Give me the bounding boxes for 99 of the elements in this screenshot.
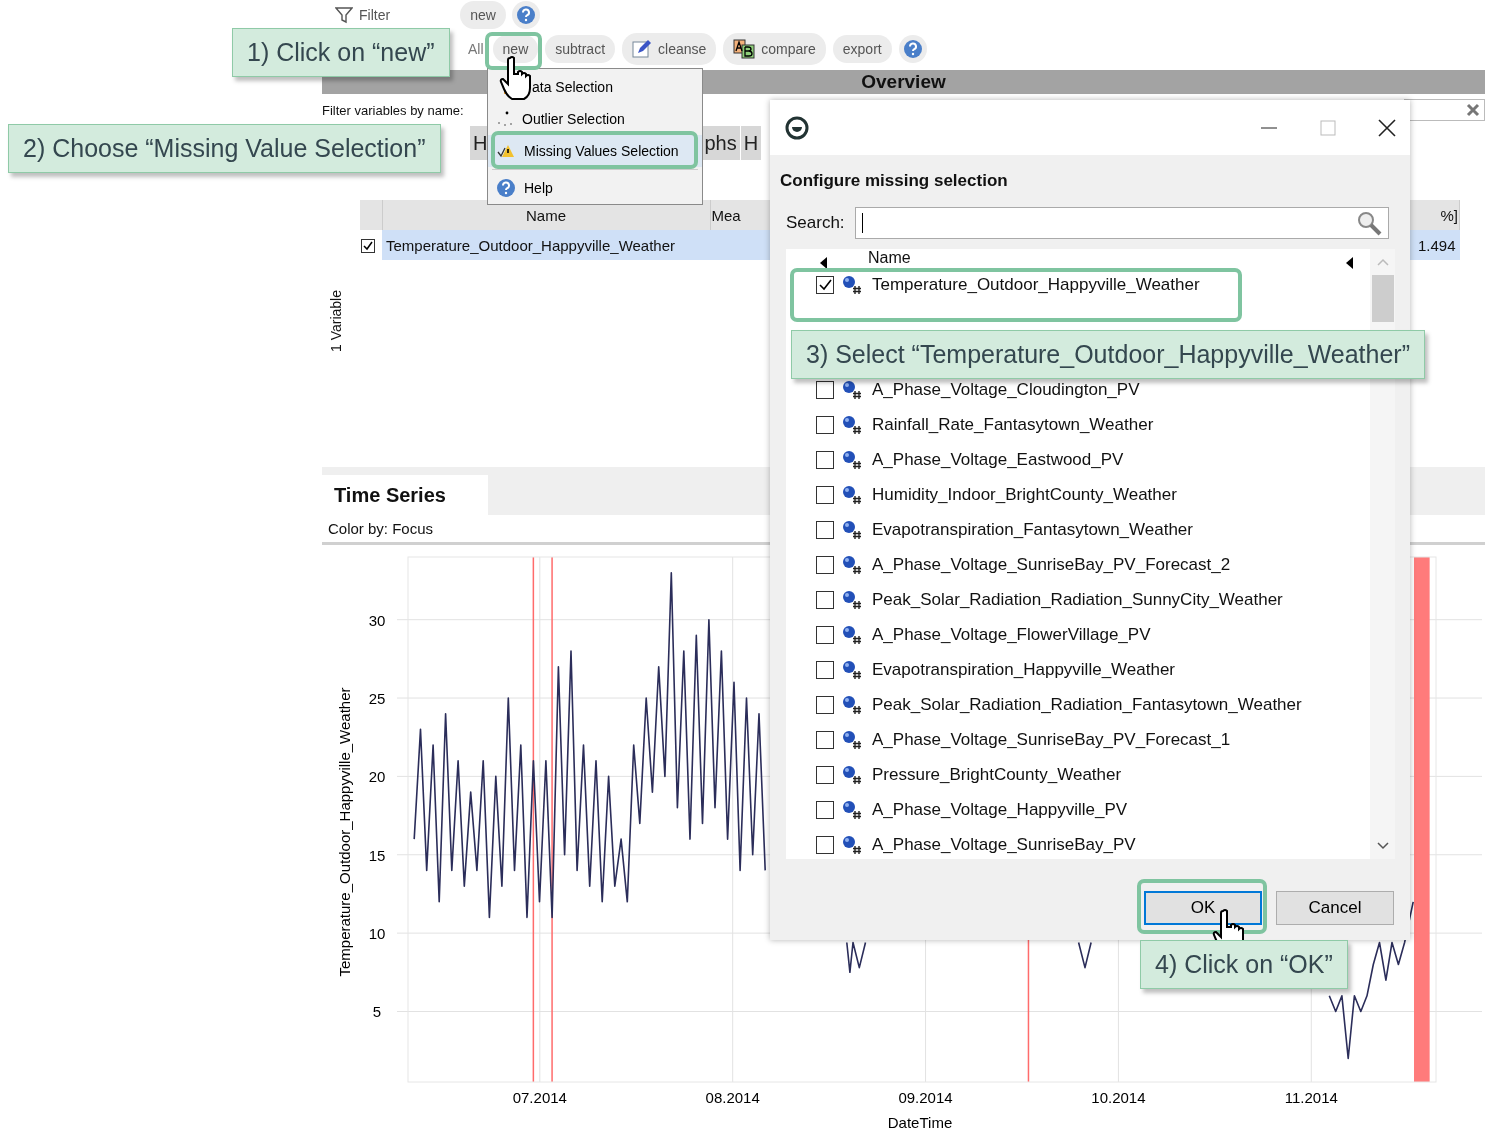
axis-tick-label: 5 xyxy=(372,1003,382,1021)
dialog-button[interactable]: Cancel xyxy=(1276,891,1394,925)
collapse-arrow-icon[interactable] xyxy=(1346,257,1354,269)
scatter-icon xyxy=(496,110,514,128)
list-item-label[interactable]: A_Phase_Voltage_Eastwood_PV xyxy=(872,449,1124,470)
list-item-label[interactable]: A_Phase_Voltage_SunriseBay_PV xyxy=(872,834,1136,855)
axis-tick-label: 08.2014 xyxy=(705,1089,760,1106)
list-item-label[interactable]: Pressure_BrightCounty_Weather xyxy=(872,764,1122,785)
variable-icon xyxy=(842,694,864,715)
variable-icon xyxy=(842,519,864,540)
list-item-label[interactable]: A_Phase_Voltage_Happyville_PV xyxy=(872,799,1128,820)
variable-icon xyxy=(842,799,864,820)
count-label: 1 Variable xyxy=(328,290,344,352)
instruction-tooltip: 2) Choose “Missing Value Selection” xyxy=(8,124,441,173)
variable-icon xyxy=(842,379,864,400)
axis-tick-label: 30 xyxy=(368,611,386,629)
instruction-tooltip: 3) Select “Temperature_Outdoor_Happyville_Weather” xyxy=(791,330,1425,379)
table-cell: Temperature_Outdoor_Happyville_Weather xyxy=(382,230,710,260)
checkbox[interactable] xyxy=(816,625,834,644)
checkbox[interactable] xyxy=(816,835,834,854)
help-icon[interactable] xyxy=(902,39,923,59)
list-item-label[interactable]: Humidity_Indoor_BrightCounty_Weather xyxy=(872,484,1177,505)
axis-tick-label: 10 xyxy=(368,925,386,943)
axis-tick-label: 20 xyxy=(368,768,386,786)
list-item-label[interactable]: A_Phase_Voltage_Cloudington_PV xyxy=(872,379,1140,400)
axis-tick-label: 15 xyxy=(368,846,386,864)
dialog-button[interactable]: OK xyxy=(1144,891,1262,925)
checkbox[interactable] xyxy=(816,800,834,819)
checkbox[interactable] xyxy=(816,730,834,749)
scroll-down-icon[interactable] xyxy=(1375,841,1390,851)
panel-tab[interactable]: Time Series xyxy=(322,475,488,515)
tab[interactable]: phs xyxy=(701,126,741,160)
variable-icon xyxy=(842,449,864,470)
checkbox[interactable] xyxy=(816,590,834,609)
axis-tick-label: 07.2014 xyxy=(512,1089,567,1106)
axis-tick-label: 10.2014 xyxy=(1091,1089,1146,1106)
variable-icon xyxy=(842,764,864,785)
toolbar-button[interactable]: compare xyxy=(723,33,826,65)
axis-tick-label: 09.2014 xyxy=(898,1089,953,1106)
pencil-icon xyxy=(632,39,653,59)
list-item-label[interactable]: A_Phase_Voltage_SunriseBay_PV_Forecast_1 xyxy=(872,729,1231,750)
checkbox[interactable] xyxy=(816,660,834,679)
checkbox[interactable] xyxy=(816,555,834,574)
list-item-label[interactable]: Peak_Solar_Radiation_Radiation_Fantasytown_Weather xyxy=(872,694,1302,715)
collapse-arrow-icon[interactable] xyxy=(820,257,828,269)
checkbox[interactable] xyxy=(816,485,834,504)
scrollbar-thumb[interactable] xyxy=(1371,275,1394,322)
variable-icon xyxy=(842,589,864,610)
toolbar-button[interactable]: All xyxy=(466,35,486,63)
tab[interactable]: H xyxy=(740,126,763,160)
checkbox[interactable] xyxy=(816,765,834,784)
instruction-tooltip: 1) Click on “new” xyxy=(232,28,450,77)
list-item-label[interactable]: Peak_Solar_Radiation_Radiation_SunnyCity_Weather xyxy=(872,589,1283,610)
list-item-label[interactable]: A_Phase_Voltage_FlowerVillage_PV xyxy=(872,624,1151,645)
toolbar-button[interactable]: subtract xyxy=(545,35,616,63)
variable-icon xyxy=(842,414,864,435)
variable-icon xyxy=(842,659,864,680)
variable-icon xyxy=(842,274,864,295)
search-field[interactable] xyxy=(854,207,1389,239)
axis-tick-label: 11.2014 xyxy=(1284,1089,1338,1106)
ab-icon xyxy=(733,39,756,59)
filter-icon[interactable] xyxy=(335,6,353,24)
search-label: Search: xyxy=(786,213,845,233)
list-item-label[interactable]: Evapotranspiration_Fantasytown_Weather xyxy=(872,519,1193,540)
help-icon[interactable] xyxy=(515,5,536,25)
variable-icon xyxy=(842,834,864,855)
variable-icon xyxy=(842,624,864,645)
app-logo-icon xyxy=(784,114,810,141)
checkbox[interactable] xyxy=(816,275,834,294)
checkbox[interactable] xyxy=(816,415,834,434)
axis-tick-label: 25 xyxy=(368,690,386,708)
checkbox[interactable] xyxy=(816,450,834,469)
filter-label: Filter variables by name: xyxy=(322,102,464,118)
filter-label: Filter xyxy=(359,7,391,23)
color-by-label: Color by: Focus xyxy=(328,520,434,537)
variable-icon xyxy=(842,729,864,750)
checkbox[interactable] xyxy=(816,380,834,399)
list-item-label[interactable]: Rainfall_Rate_Fantasytown_Weather xyxy=(872,414,1154,435)
variable-icon xyxy=(842,484,864,505)
checkbox[interactable] xyxy=(361,238,375,253)
list-item-label[interactable]: Temperature_Outdoor_Happyville_Weather xyxy=(872,274,1200,295)
checkbox[interactable] xyxy=(816,695,834,714)
help-icon[interactable] xyxy=(496,178,516,198)
toolbar-button[interactable]: cleanse xyxy=(622,33,717,65)
hand-cursor-icon xyxy=(499,55,532,100)
new-button[interactable]: new xyxy=(460,1,506,29)
search-icon[interactable] xyxy=(1355,210,1382,236)
list-item-label[interactable]: Evapotranspiration_Happyville_Weather xyxy=(872,659,1176,680)
dialog-heading: Configure missing selection xyxy=(780,171,1009,191)
column-header[interactable]: Name xyxy=(868,249,911,267)
instruction-tooltip: 4) Click on “OK” xyxy=(1140,940,1348,989)
menu-item[interactable]: Missing Values Selection xyxy=(488,135,702,167)
close-icon[interactable] xyxy=(1378,118,1396,137)
list-item-label[interactable]: A_Phase_Voltage_SunriseBay_PV_Forecast_2 xyxy=(872,554,1231,575)
checkbox[interactable] xyxy=(816,520,834,539)
variable-icon xyxy=(842,554,864,575)
toolbar-button[interactable]: export xyxy=(832,35,892,63)
axis-title: DateTime xyxy=(887,1114,953,1131)
axis-title: Temperature_Outdoor_Happyville_Weather xyxy=(336,687,353,977)
